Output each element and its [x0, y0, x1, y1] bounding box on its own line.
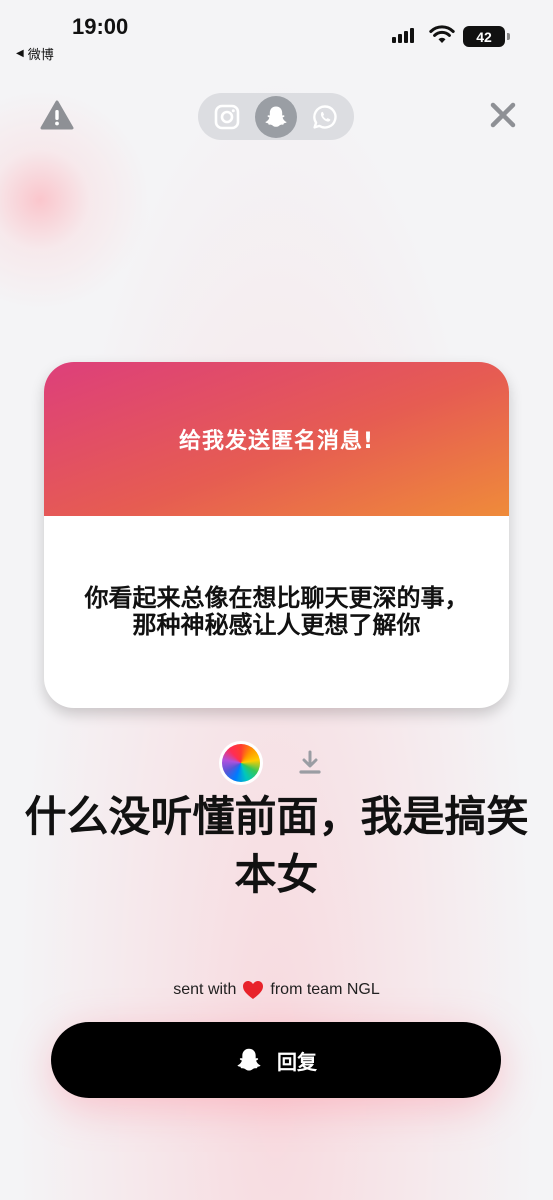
sent-with-suffix: from team NGL [270, 981, 380, 998]
answer-text: 什么没听懂前面，我是搞笑本女 [24, 792, 529, 899]
warning-icon [40, 100, 74, 130]
question-card: 给我发送匿名消息! 你看起来总像在想比聊天更深的事，那种神秘感让人更想了解你 [44, 362, 509, 708]
share-snapchat-button[interactable] [254, 95, 297, 138]
screen: 19:00 ◀ 微博 42 给我发送匿名消息! 你看起来总像在想比聊天更深的事，… [0, 0, 553, 1200]
snapchat-icon [237, 1048, 261, 1071]
back-triangle-icon: ◀ [16, 48, 24, 59]
download-button[interactable] [293, 746, 327, 780]
status-bar: 19:00 ◀ 微博 42 [0, 0, 553, 70]
close-icon [490, 102, 516, 128]
share-platform-selector [198, 93, 354, 140]
snapchat-icon [265, 106, 287, 127]
back-to-app-link[interactable]: ◀ 微博 [16, 44, 54, 63]
battery-indicator: 42 [463, 26, 510, 47]
back-app-label: 微博 [27, 48, 54, 63]
share-whatsapp-button[interactable] [302, 97, 348, 137]
close-button[interactable] [484, 96, 522, 134]
color-picker-button[interactable] [222, 744, 260, 782]
card-question-text: 你看起来总像在想比聊天更深的事，那种神秘感让人更想了解你 [84, 584, 469, 639]
report-button[interactable] [38, 96, 76, 134]
sent-with-line: sent with from team NGL [0, 980, 553, 1000]
reply-button-label: 回复 [277, 1049, 317, 1074]
share-instagram-button[interactable] [204, 97, 250, 137]
battery-level: 42 [476, 28, 492, 45]
sent-with-prefix: sent with [173, 981, 237, 998]
card-title: 给我发送匿名消息! [178, 429, 375, 454]
download-icon [299, 750, 321, 774]
instagram-icon [215, 104, 240, 129]
whatsapp-icon [312, 104, 337, 129]
cellular-signal-icon [392, 28, 414, 43]
card-header: 给我发送匿名消息! [44, 362, 509, 516]
card-body: 你看起来总像在想比聊天更深的事，那种神秘感让人更想了解你 [44, 516, 509, 708]
status-time: 19:00 [72, 14, 129, 39]
wifi-icon [429, 25, 455, 49]
reply-button[interactable]: 回复 [51, 1022, 501, 1098]
heart-icon [242, 980, 264, 1000]
